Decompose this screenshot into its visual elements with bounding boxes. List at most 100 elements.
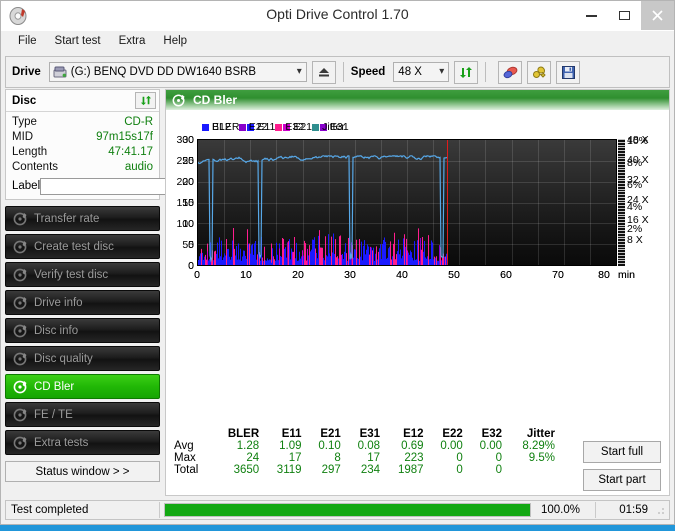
- stats-cell: 223: [404, 452, 424, 464]
- erase-button[interactable]: [498, 60, 523, 84]
- table-row: Total 3650 3119 297 234 1987 0 0: [172, 464, 562, 476]
- drive-select[interactable]: (G:) BENQ DVD DD DW1640 BSRB ▾: [48, 62, 307, 82]
- table-row: Avg 1.28 1.09 0.10 0.08 0.69 0.00 0.00 8…: [172, 440, 562, 452]
- resize-grip[interactable]: [654, 504, 666, 516]
- disc-icon: [13, 379, 28, 394]
- sidebar-item-verify-test-disc[interactable]: Verify test disc: [5, 262, 160, 287]
- sidebar-item-cd-bler[interactable]: CD Bler: [5, 374, 160, 399]
- disc-panel-title: Disc: [12, 94, 37, 107]
- disc-info-rows: Type CD-R MID 97m15s17f Length 47:41.17 …: [6, 112, 244, 199]
- maximize-button[interactable]: [608, 1, 641, 30]
- refresh-button[interactable]: [454, 60, 479, 84]
- stats-row-label: Avg: [174, 440, 194, 452]
- minimize-button[interactable]: [575, 1, 608, 30]
- stats-cell: 3119: [276, 464, 302, 476]
- progress-bar: [164, 503, 531, 517]
- stats-col-e22: E22: [442, 428, 463, 440]
- disc-icon: [13, 211, 28, 226]
- jitter-tick-column: [618, 139, 625, 266]
- stats-cell: 0.00: [440, 440, 463, 452]
- disc-label-key: Label: [12, 180, 41, 192]
- disc-label-row: Label: [12, 177, 244, 195]
- chevron-down-icon: ▾: [439, 66, 445, 77]
- sidebar-item-create-test-disc[interactable]: Create test disc: [5, 234, 160, 259]
- sidebar-item-label: CD Bler: [34, 380, 75, 393]
- disc-value: audio: [124, 161, 153, 173]
- jitter-chart-legend: E12 E22 E32 Jitter: [202, 121, 350, 133]
- disc-key: Contents: [12, 161, 59, 173]
- y2-tick-label: 4%: [627, 201, 643, 213]
- sidebar-item-disc-quality[interactable]: Disc quality: [5, 346, 160, 371]
- disc-icon: [13, 239, 28, 254]
- toolbar: Drive (G:) BENQ DVD DD DW1640 BSRB ▾ Spe…: [5, 56, 670, 88]
- speed-select[interactable]: 48 X ▾: [393, 62, 450, 82]
- y-tick-label: 50: [182, 239, 194, 251]
- y-tick-label: 250: [176, 155, 194, 167]
- menu-item-extra[interactable]: Extra: [110, 33, 155, 49]
- disc-icon: [13, 351, 28, 366]
- close-button[interactable]: [641, 1, 674, 30]
- stats-cell: 0.00: [479, 440, 503, 452]
- eject-button[interactable]: [311, 60, 336, 84]
- disc-panel: Disc Type CD-R MID 97m15s17f Length 47:4…: [5, 89, 244, 200]
- stats-cell: 3650: [233, 464, 260, 476]
- sidebar-item-drive-info[interactable]: Drive info: [5, 290, 160, 315]
- menu-item-help[interactable]: Help: [154, 33, 196, 49]
- x-tick-label: 60: [500, 269, 512, 281]
- speed-label: Speed: [350, 66, 386, 78]
- sidebar-item-label: Extra tests: [34, 436, 89, 449]
- sidebar-item-transfer-rate[interactable]: Transfer rate: [5, 206, 160, 231]
- disc-key: Length: [12, 146, 48, 158]
- x-axis-unit: min: [618, 269, 635, 281]
- x-tick-label: 50: [448, 269, 460, 281]
- stats-cell: 234: [360, 464, 381, 476]
- menu-item-file[interactable]: File: [9, 33, 46, 49]
- y2-tick-label: 10%: [627, 135, 649, 147]
- x-tick-label: 20: [292, 269, 304, 281]
- sidebar-item-label: Disc info: [34, 324, 79, 337]
- table-row: Max 24 17 8 17 223 0 0 9.5%: [172, 452, 562, 464]
- jitter-plot: [197, 139, 617, 266]
- stats-col-e21: E21: [320, 428, 341, 440]
- sidebar-item-label: Create test disc: [34, 240, 114, 253]
- drive-label: Drive: [12, 66, 41, 78]
- stats-col-e12: E12: [403, 428, 424, 440]
- stats-cell: 8.29%: [522, 440, 555, 452]
- stats-cell: 24: [246, 452, 260, 464]
- disc-refresh-button[interactable]: [135, 92, 156, 109]
- disc-icon: [13, 407, 28, 422]
- stats-cell: 1.09: [279, 440, 302, 452]
- y-tick-label: 200: [176, 176, 194, 188]
- sidebar-item-extra-tests[interactable]: Extra tests: [5, 430, 160, 455]
- disc-value: CD-R: [124, 116, 153, 128]
- stats-cell: 0.08: [357, 440, 381, 452]
- sidebar-item-fe-te[interactable]: FE / TE: [5, 402, 160, 427]
- legend-item-e32: E32: [275, 121, 304, 133]
- disc-icon: [13, 435, 28, 450]
- speed-value: 48 X: [398, 66, 422, 78]
- stats-cell: 0: [495, 464, 503, 476]
- menu-bar: File Start test Extra Help: [1, 31, 674, 52]
- stats-cell: 0: [495, 452, 503, 464]
- window-controls: [575, 1, 674, 30]
- disc-panel-header: Disc: [6, 90, 159, 112]
- action-buttons: Start full Start part: [583, 441, 661, 497]
- start-part-button[interactable]: Start part: [583, 469, 661, 491]
- disc-key: MID: [12, 131, 34, 143]
- x-tick-label: 70: [552, 269, 564, 281]
- status-window-button[interactable]: Status window > >: [5, 461, 160, 482]
- tools-button[interactable]: [527, 60, 552, 84]
- save-button[interactable]: [556, 60, 581, 84]
- stats-col-e31: E31: [359, 428, 381, 440]
- disc-icon: [13, 323, 28, 338]
- stats-row-label: Max: [174, 452, 196, 464]
- sidebar-item-disc-info[interactable]: Disc info: [5, 318, 160, 343]
- elapsed-time: 01:59: [619, 504, 648, 516]
- sidebar-item-label: Transfer rate: [34, 212, 100, 225]
- start-full-button[interactable]: Start full: [583, 441, 661, 463]
- disc-value: 47:41.17: [108, 146, 153, 158]
- menu-item-start-test[interactable]: Start test: [46, 33, 110, 49]
- right-panel: CD Bler BLER E11 E21 E31 30 25 20 15 10 …: [165, 89, 670, 496]
- legend-item-e12: E12: [202, 121, 231, 133]
- stats-cell: 0.10: [318, 440, 341, 452]
